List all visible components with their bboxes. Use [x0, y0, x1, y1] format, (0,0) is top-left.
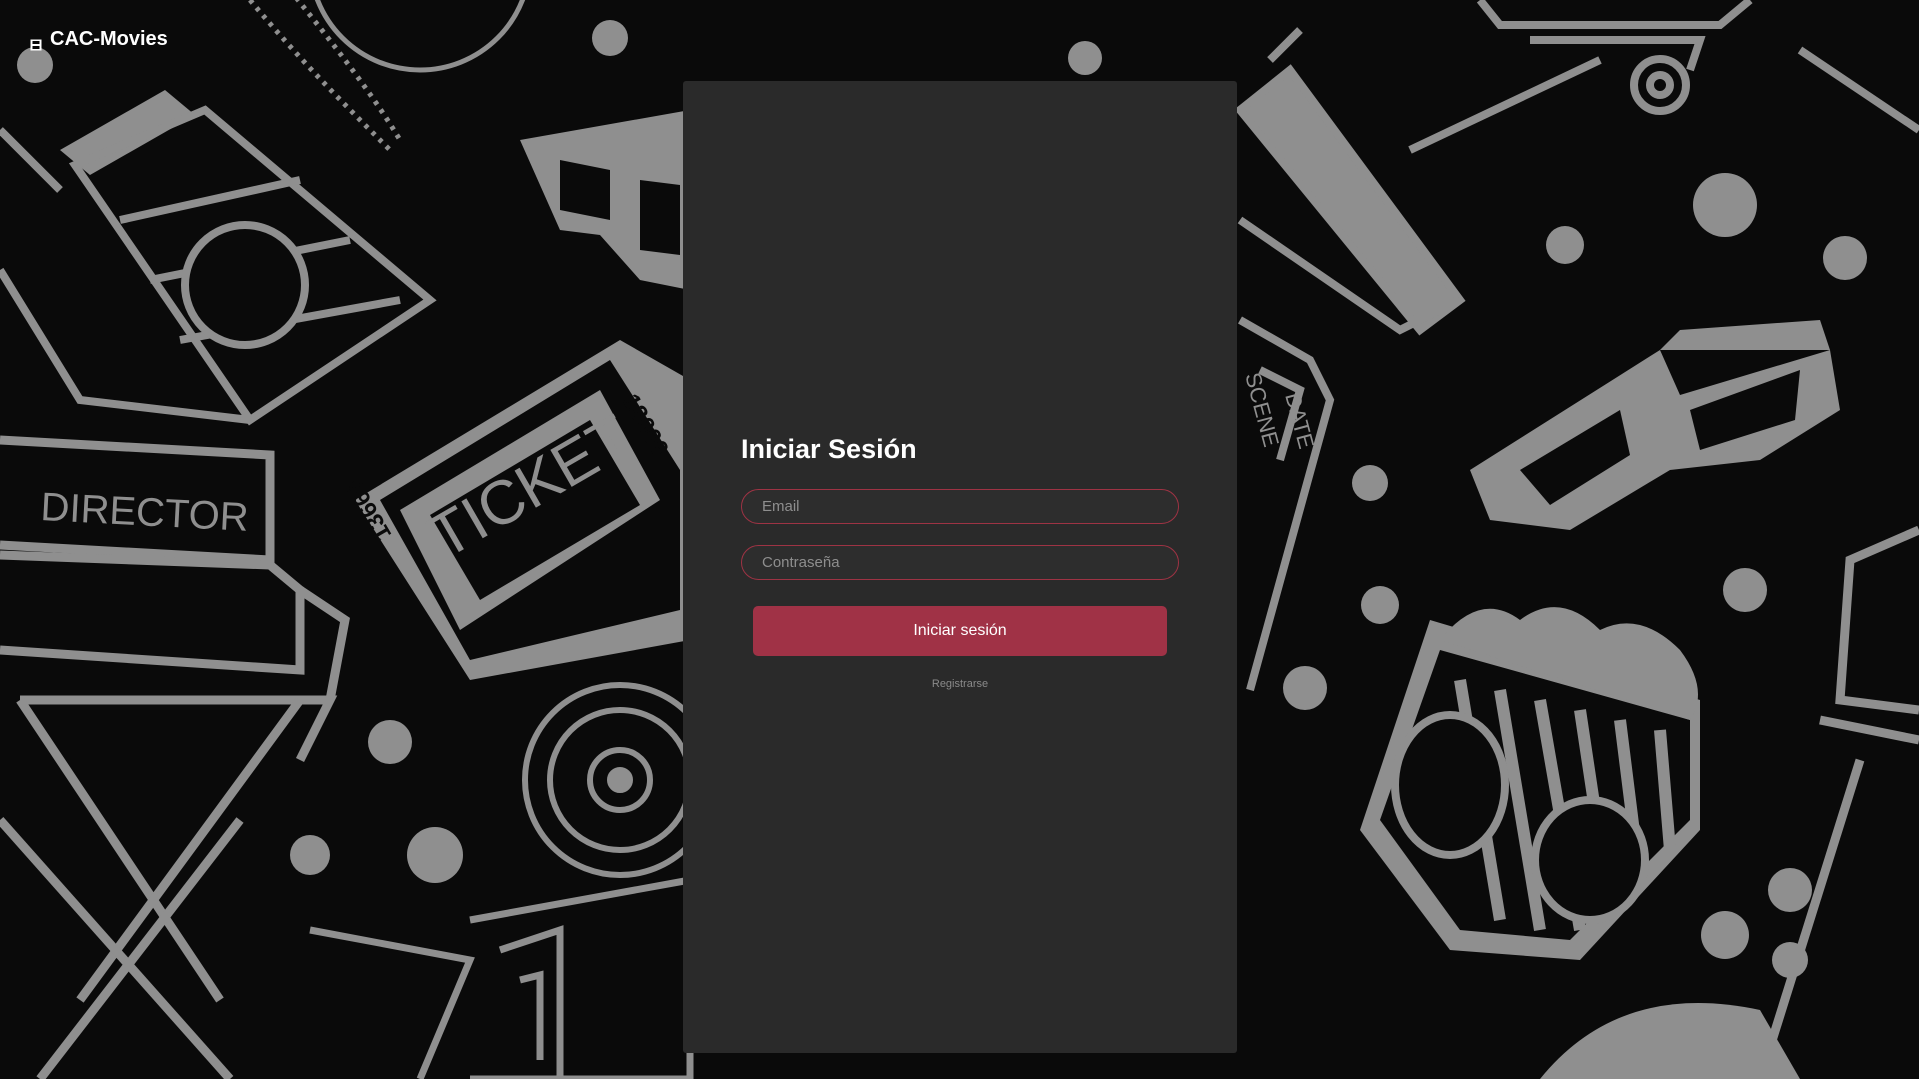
brand[interactable]: CAC-Movies	[30, 28, 168, 51]
film-icon	[30, 34, 42, 50]
email-field[interactable]	[741, 489, 1179, 524]
register-link[interactable]: Registrarse	[741, 678, 1179, 690]
login-form: Iniciar Sesión Iniciar sesión Registrars…	[741, 433, 1179, 690]
password-field[interactable]	[741, 545, 1179, 580]
page-title: Iniciar Sesión	[741, 434, 917, 464]
brand-name: CAC-Movies	[50, 28, 168, 50]
login-panel: Iniciar Sesión Iniciar sesión Registrars…	[683, 81, 1237, 1053]
login-button[interactable]: Iniciar sesión	[753, 606, 1167, 656]
